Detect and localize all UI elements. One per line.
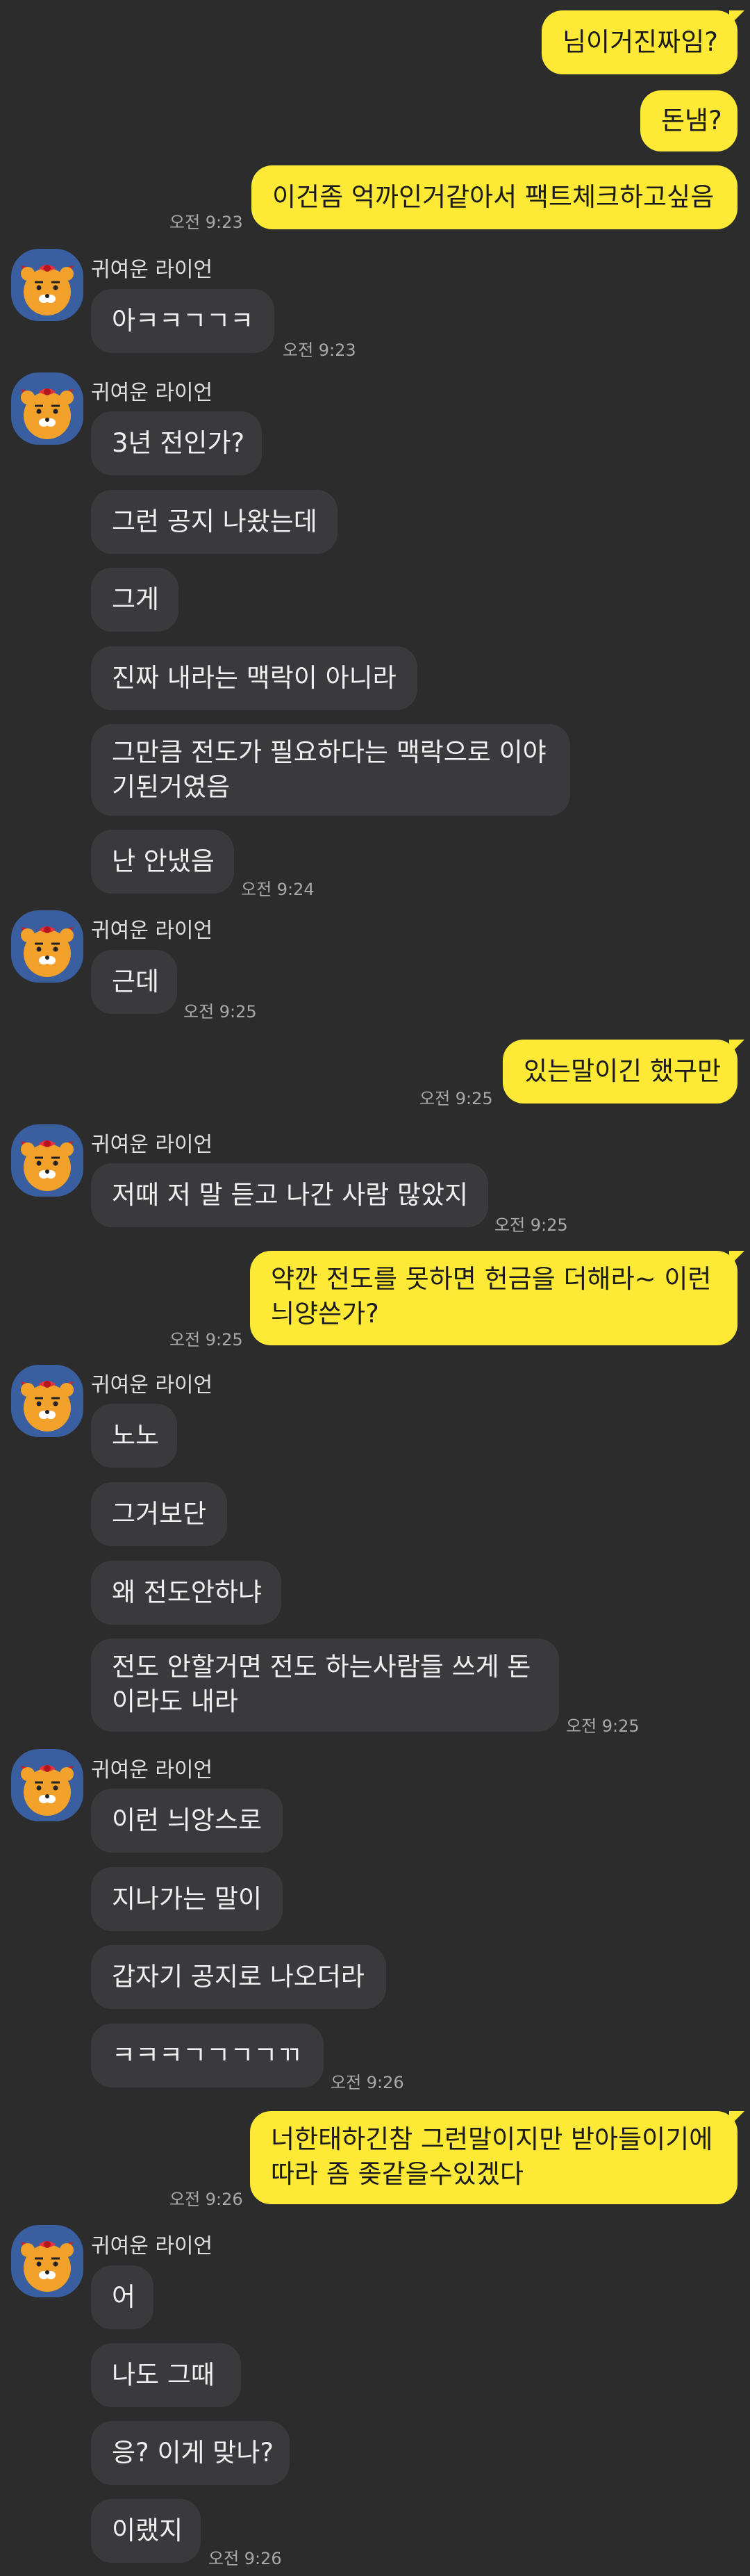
their-message-bubble[interactable]: 왜 전도안하냐 [91, 1561, 281, 1625]
message-text: 근데 [112, 967, 160, 996]
message-text: 있는말이긴 했구만 [524, 1056, 722, 1086]
message-text: 너한태하긴참 그런말이지만 받아들이기에 따라 좀 좆같을수있겠다 [271, 2122, 712, 2192]
sender-name: 귀여운 라이언 [91, 381, 213, 405]
their-message-bubble[interactable]: ㅋㅋㅋㄱㄱㄱㄱㄲ [91, 2024, 324, 2087]
their-message-bubble[interactable]: 3년 전인가? [91, 411, 262, 475]
their-message-bubble[interactable]: 난 안냈음 [91, 830, 234, 894]
message-text: 어 [112, 2282, 136, 2312]
their-message-bubble[interactable]: 그런 공지 나왔는데 [91, 490, 338, 554]
their-message-bubble[interactable]: 그게 [91, 568, 178, 632]
message-time: 오전 9:26 [208, 2549, 282, 2568]
message-line: 그만큼 전도가 필요하다는 맥락으로 이야 [112, 737, 547, 767]
message-text: 이런 늬앙스로 [112, 1805, 262, 1835]
sender-name: 귀여운 라이언 [91, 919, 213, 943]
their-message-bubble[interactable]: 이런 늬앙스로 [91, 1789, 283, 1853]
their-message-bubble[interactable]: 그거보단 [91, 1482, 227, 1546]
ryan-avatar[interactable] [11, 910, 83, 983]
message-text: 지나가는 말이 [112, 1884, 262, 1914]
message-line: 기된거였음 [112, 772, 231, 802]
my-message-bubble[interactable]: 돈냄? [640, 90, 738, 151]
ryan-avatar[interactable] [11, 1749, 83, 1821]
their-message-bubble[interactable]: 노노 [91, 1404, 177, 1468]
their-message-bubble[interactable]: 진짜 내라는 맥락이 아니라 [91, 646, 417, 710]
message-text: 이랬지 [112, 2516, 183, 2545]
my-message-bubble[interactable]: 약깐 전도를 못하면 헌금을 더해라~ 이런 늬양쓴가? [250, 1251, 744, 1345]
message-time: 오전 9:26 [169, 2190, 243, 2209]
message-text: 왜 전도안하냐 [112, 1577, 262, 1607]
message-text: 그만큼 전도가 필요하다는 맥락으로 이야 기된거였음 [112, 735, 547, 805]
their-message-bubble[interactable]: 그만큼 전도가 필요하다는 맥락으로 이야 기된거였음 [91, 724, 570, 816]
bubble-tail [729, 10, 744, 26]
their-message-bubble[interactable]: 나도 그때 [91, 2343, 241, 2407]
sender-name: 귀여운 라이언 [91, 1373, 213, 1397]
message-time: 오전 9:25 [183, 1002, 257, 1022]
message-line: 너한태하긴참 그런말이지만 받아들이기에 [271, 2124, 713, 2154]
their-message-bubble[interactable]: 아ㅋㅋㄱㄱㅋ [91, 289, 274, 353]
my-message-bubble[interactable]: 있는말이긴 했구만 [503, 1040, 744, 1104]
ryan-avatar[interactable] [11, 2225, 83, 2297]
ryan-face-icon [21, 1765, 74, 1816]
ryan-face-icon [21, 2241, 74, 2292]
their-message-bubble[interactable]: 갑자기 공지로 나오더라 [91, 1945, 386, 2009]
message-time: 오전 9:26 [331, 2073, 404, 2092]
their-message-bubble[interactable]: 전도 안할거면 전도 하는사람들 쓰게 돈 이라도 내라 [91, 1639, 559, 1732]
message-time: 오전 9:25 [419, 1089, 493, 1108]
message-time: 오전 9:24 [241, 880, 315, 899]
message-text: 진짜 내라는 맥락이 아니라 [112, 663, 397, 693]
message-time: 오전 9:25 [494, 1215, 568, 1235]
sender-name: 귀여운 라이언 [91, 1758, 213, 1782]
message-text: ㅋㅋㅋㄱㄱㄱㄱㄲ [112, 2040, 301, 2070]
message-line: 약깐 전도를 못하면 헌금을 더해라~ 이런 [271, 1264, 712, 1294]
ryan-face-icon [21, 265, 74, 315]
ryan-avatar[interactable] [11, 372, 83, 445]
their-message-bubble[interactable]: 저때 저 말 듣고 나간 사람 많았지 [91, 1163, 488, 1227]
message-text: 아ㅋㅋㄱㄱㅋ [112, 306, 254, 336]
message-text: 3년 전인가? [112, 428, 245, 458]
ryan-avatar[interactable] [11, 1365, 83, 1437]
message-text: 돈냄? [661, 106, 722, 136]
their-message-bubble[interactable]: 이랬지 [91, 2499, 201, 2563]
bubble-tail [729, 1040, 744, 1055]
ryan-face-icon [21, 388, 74, 439]
message-text: 난 안냈음 [112, 846, 215, 876]
their-message-bubble[interactable]: 근데 [91, 950, 177, 1014]
ryan-face-icon [21, 926, 74, 977]
message-line: 따라 좀 좆같을수있겠다 [271, 2159, 524, 2189]
message-time: 오전 9:23 [283, 341, 356, 360]
message-text: 응? 이게 맞나? [112, 2438, 274, 2468]
message-line: 이라도 내라 [112, 1687, 238, 1716]
message-time: 오전 9:23 [169, 213, 243, 232]
message-text: 전도 안할거면 전도 하는사람들 쓰게 돈 이라도 내라 [112, 1650, 531, 1719]
sender-name: 귀여운 라이언 [91, 2234, 213, 2258]
ryan-avatar[interactable] [11, 1124, 83, 1197]
message-text: 저때 저 말 듣고 나간 사람 많았지 [112, 1180, 469, 1210]
ryan-face-icon [21, 1381, 74, 1431]
sender-name: 귀여운 라이언 [91, 1133, 213, 1157]
message-line: 전도 안할거면 전도 하는사람들 쓰게 돈 [112, 1652, 531, 1682]
message-line: 늬양쓴가? [271, 1299, 379, 1329]
their-message-bubble[interactable]: 어 [91, 2265, 153, 2329]
ryan-face-icon [21, 1140, 74, 1191]
message-time: 오전 9:25 [169, 1330, 243, 1349]
message-text: 그게 [112, 584, 160, 614]
my-message-bubble[interactable]: 이건좀 억까인거같아서 팩트체크하고싶음 [251, 165, 738, 229]
message-text: 그거보단 [112, 1499, 207, 1529]
sender-name: 귀여운 라이언 [91, 258, 213, 282]
bubble-tail [729, 2111, 744, 2126]
ryan-avatar[interactable] [11, 249, 83, 321]
my-message-bubble[interactable]: 님이거진짜임? [542, 10, 744, 74]
message-text: 님이거진짜임? [562, 27, 718, 57]
their-message-bubble[interactable]: 응? 이게 맞나? [91, 2421, 290, 2485]
message-text: 갑자기 공지로 나오더라 [112, 1962, 365, 1992]
message-text: 나도 그때 [112, 2360, 215, 2390]
message-time: 오전 9:25 [566, 1716, 640, 1736]
their-message-bubble[interactable]: 지나가는 말이 [91, 1867, 283, 1931]
my-message-bubble[interactable]: 너한태하긴참 그런말이지만 받아들이기에 따라 좀 좆같을수있겠다 [250, 2111, 744, 2204]
message-text: 이건좀 억까인거같아서 팩트체크하고싶음 [272, 182, 715, 212]
message-text: 노노 [112, 1420, 160, 1450]
bubble-tail [729, 1251, 744, 1266]
message-text: 그런 공지 나왔는데 [112, 507, 317, 536]
message-text: 약깐 전도를 못하면 헌금을 더해라~ 이런 늬양쓴가? [271, 1262, 711, 1331]
